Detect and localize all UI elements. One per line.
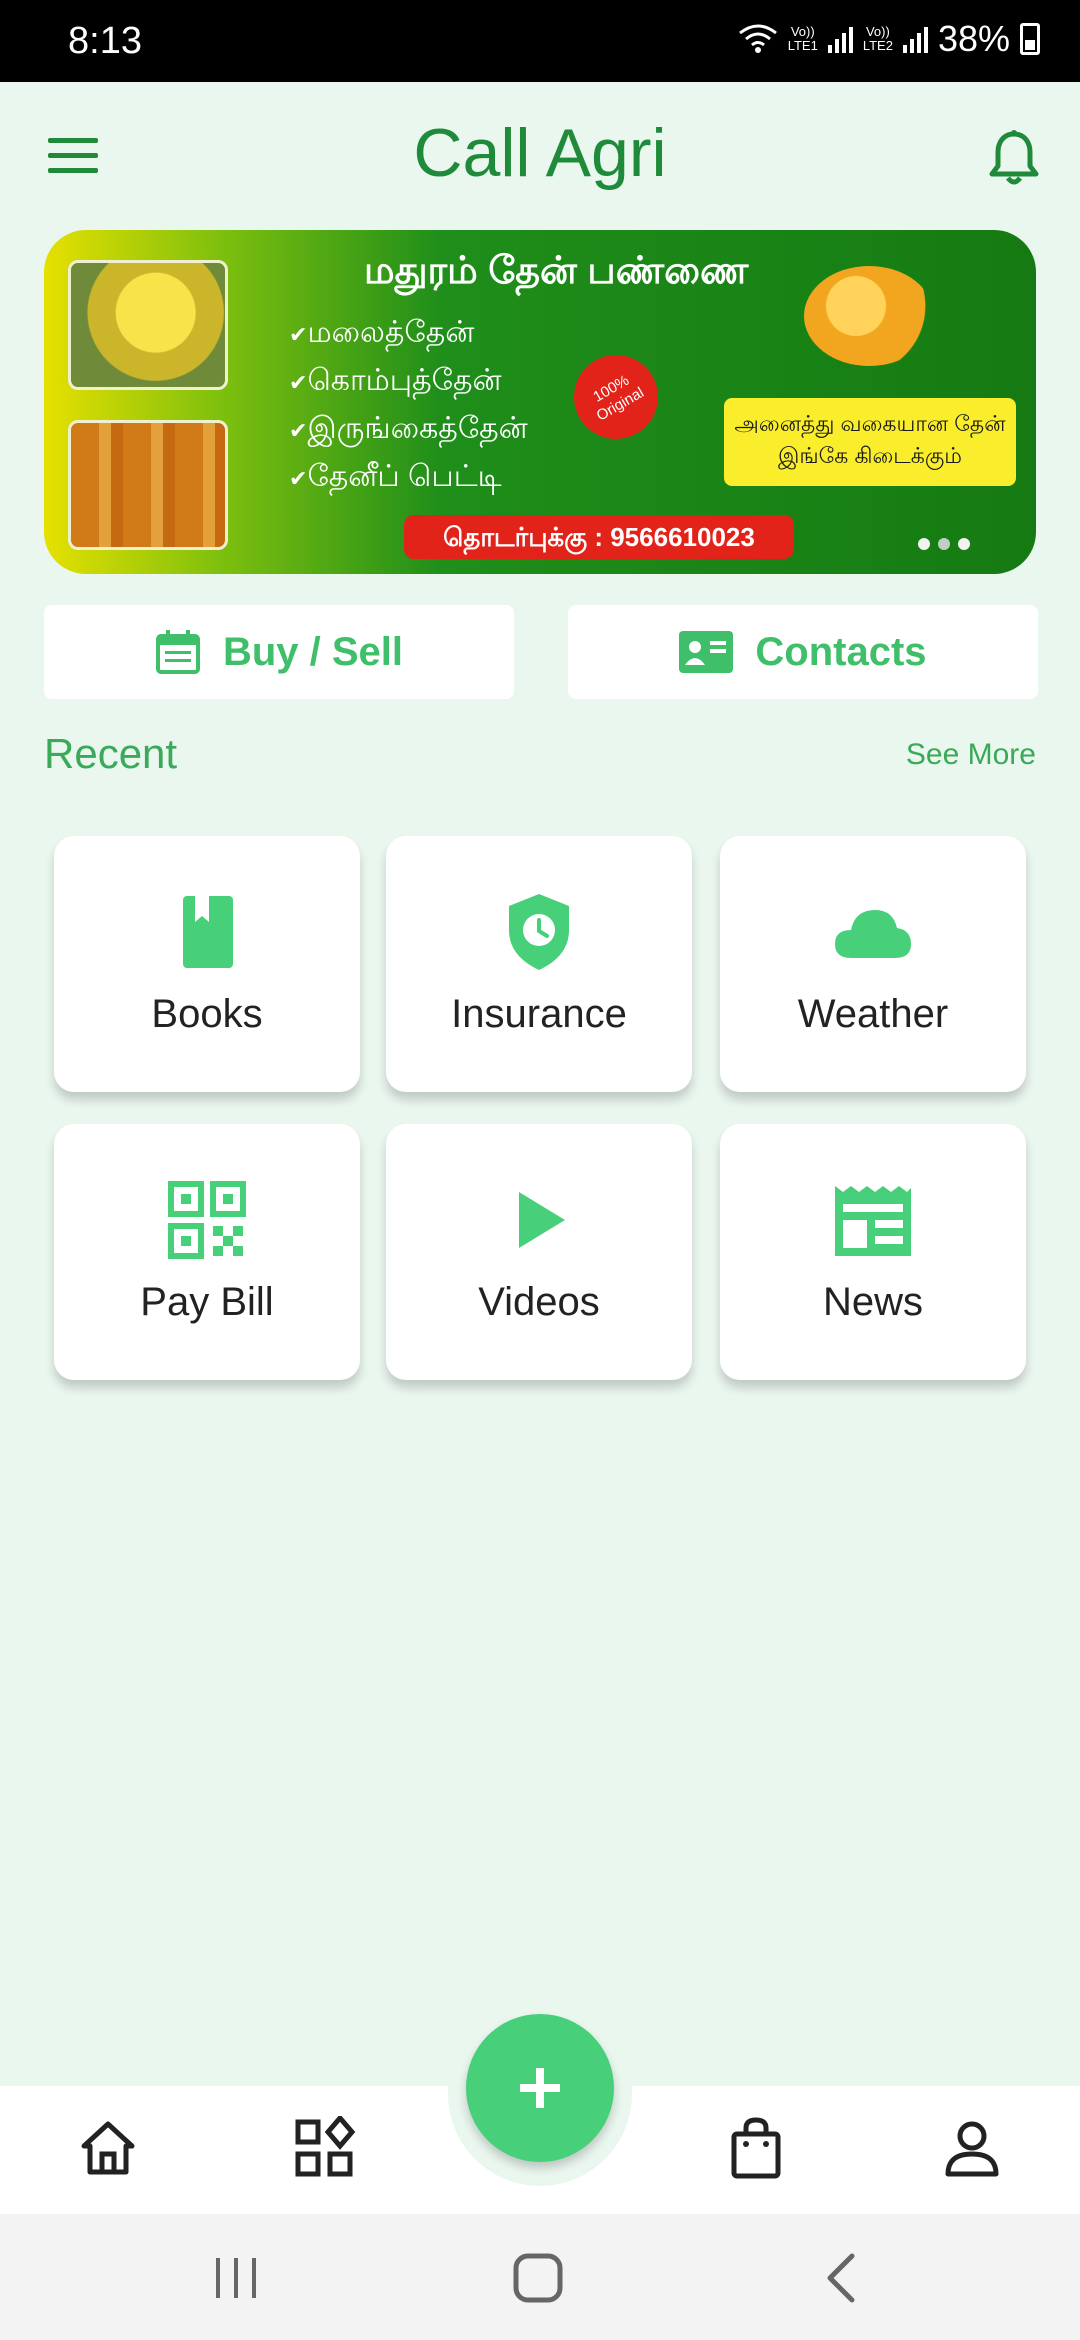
honey-jar-photo <box>68 420 228 550</box>
banner-item: கொம்புத்தேன் <box>289 358 528 406</box>
recent-heading: Recent <box>44 730 178 777</box>
recent-apps-icon[interactable] <box>206 2250 266 2306</box>
tile-label: Books <box>151 992 263 1036</box>
see-more-link[interactable]: See More <box>906 738 1036 772</box>
page-title: Call Agri <box>413 115 667 191</box>
tile-insurance[interactable]: Insurance <box>386 836 692 1092</box>
original-badge: 100% Original <box>558 339 674 455</box>
tile-label: Pay Bill <box>140 1280 274 1324</box>
wifi-icon <box>738 24 777 53</box>
status-icons: Vo)) LTE1 Vo)) LTE2 38% <box>738 18 1040 60</box>
tile-pay-bill[interactable]: Pay Bill <box>54 1124 360 1380</box>
battery-icon <box>1020 23 1040 55</box>
tile-books[interactable]: Books <box>54 836 360 1092</box>
banner-item: மலைத்தேன் <box>289 310 528 358</box>
bell-icon[interactable] <box>986 128 1042 188</box>
newspaper-icon <box>835 1186 911 1256</box>
honeycomb-image <box>804 266 934 366</box>
tile-label: Weather <box>797 992 949 1036</box>
profile-icon[interactable] <box>940 2116 1004 2180</box>
pager-dot[interactable] <box>918 538 930 550</box>
banner-heading: மதுரம் தேன் பண்ணை <box>364 250 749 292</box>
sim2-label: Vo)) LTE2 <box>862 24 893 53</box>
home-button-icon[interactable] <box>508 2250 568 2306</box>
sim1-label: Vo)) LTE1 <box>787 24 818 53</box>
pager-dot-active[interactable] <box>938 538 950 550</box>
play-icon <box>519 1192 565 1248</box>
status-bar: 8:13 Vo)) LTE1 Vo)) LTE2 38% <box>0 0 1080 82</box>
banner-side-text: அனைத்து வகையான தேன் இங்கே கிடைக்கும் <box>724 398 1016 486</box>
contact-card-icon <box>679 631 734 673</box>
tile-news[interactable]: News <box>720 1124 1026 1380</box>
tile-label: Insurance <box>451 992 627 1036</box>
calendar-icon <box>155 630 200 674</box>
status-time: 8:13 <box>68 20 142 62</box>
system-navigation-bar <box>0 2214 1080 2340</box>
battery-percent: 38% <box>937 18 1010 59</box>
signal1-icon <box>827 25 853 53</box>
home-icon[interactable] <box>76 2116 140 2180</box>
tile-label: Videos <box>478 1280 600 1324</box>
buy-sell-label: Buy / Sell <box>222 629 404 674</box>
buy-sell-button[interactable]: Buy / Sell <box>44 605 514 699</box>
contacts-button[interactable]: Contacts <box>568 605 1038 699</box>
pager-dot[interactable] <box>958 538 970 550</box>
bee-photo <box>68 260 228 390</box>
add-fab-button[interactable] <box>466 2014 614 2162</box>
contacts-label: Contacts <box>755 629 927 674</box>
banner-contact: தொடர்புக்கு : 9566610023 <box>404 515 794 559</box>
tile-label: News <box>822 1280 924 1324</box>
carousel-pager[interactable] <box>918 538 970 550</box>
book-icon <box>183 896 233 968</box>
categories-icon[interactable] <box>292 2116 356 2180</box>
plus-icon <box>520 2068 560 2108</box>
shield-clock-icon <box>509 894 569 970</box>
app-header: Call Agri <box>0 82 1080 232</box>
banner-item: இருங்கைத்தேன் <box>289 406 527 454</box>
back-icon[interactable] <box>812 2250 872 2306</box>
promo-banner[interactable]: மதுரம் தேன் பண்ணை மலைத்தேன் கொம்புத்தேன்… <box>44 230 1036 574</box>
banner-item: தேனீப் பெட்டி <box>289 454 528 502</box>
tile-videos[interactable]: Videos <box>386 1124 692 1380</box>
shopping-bag-icon[interactable] <box>724 2116 788 2180</box>
qr-code-icon <box>168 1181 246 1259</box>
signal2-icon <box>902 25 928 53</box>
banner-item-list: மலைத்தேன் கொம்புத்தேன் இருங்கைத்தேன் தேன… <box>289 310 528 502</box>
cloud-icon <box>835 910 911 958</box>
tile-weather[interactable]: Weather <box>720 836 1026 1092</box>
